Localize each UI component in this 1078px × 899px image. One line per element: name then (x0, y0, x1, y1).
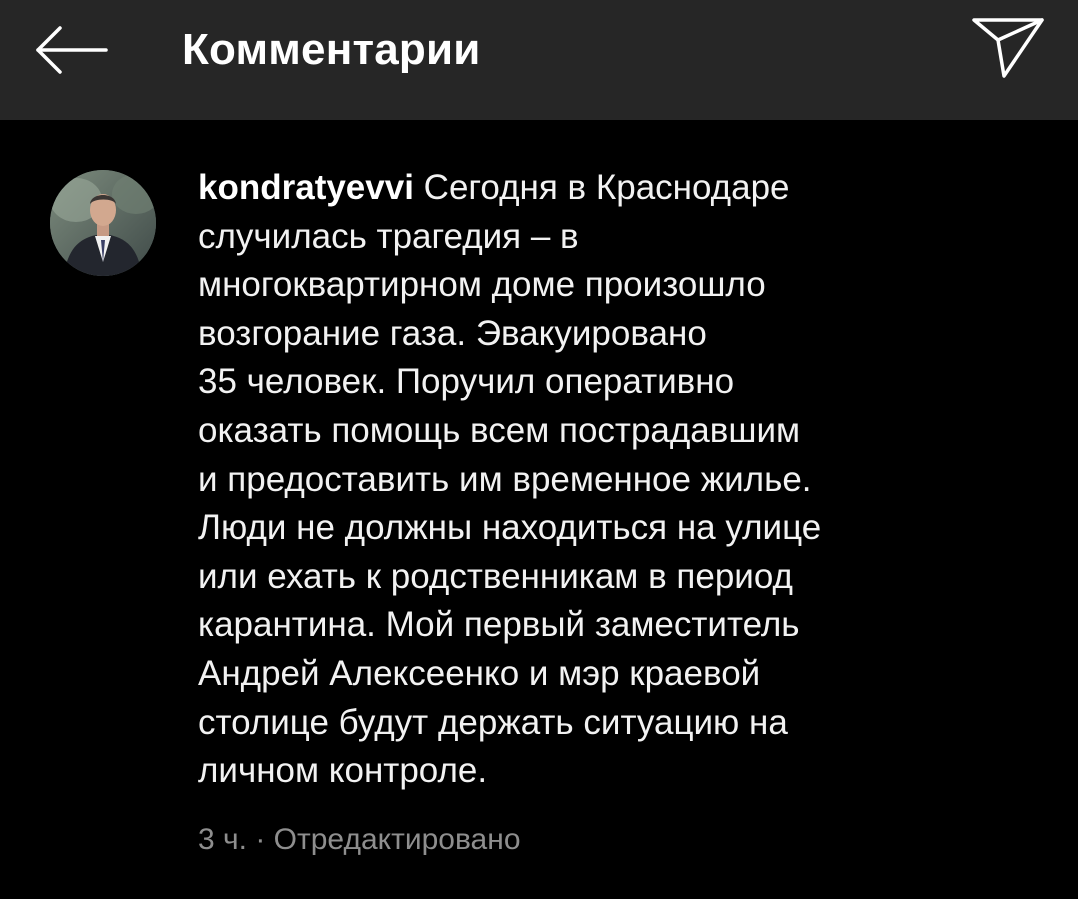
comment-text-segment: Сегодня в Краснодаре (413, 168, 790, 207)
comment-line: kondratyevvi Сегодня в Краснодаре (198, 164, 988, 213)
comment-line: личном контроле. (198, 751, 488, 791)
comment-line: Андрей Алексеенко и мэр краевой (198, 653, 761, 693)
comment-username[interactable]: kondratyevvi (198, 168, 414, 207)
comment-line: 35 человек. Поручил оперативно (198, 362, 735, 402)
comment-timestamp: 3 ч. (198, 823, 247, 856)
paper-plane-icon (972, 18, 1044, 78)
comment-line: или ехать к родственникам в период (198, 556, 793, 596)
comment-line: многоквартирном доме произошло (198, 265, 766, 305)
comment-line: возгорание газа. Эвакуировано (198, 313, 707, 353)
share-button[interactable] (966, 14, 1050, 86)
top-bar: Комментарии (0, 0, 1078, 120)
arrow-left-icon (36, 26, 108, 74)
comment-line: и предоставить им временное жилье. (198, 459, 812, 499)
comment-line: столице будут держать ситуацию на (198, 702, 788, 742)
avatar[interactable] (50, 170, 156, 276)
profile-photo-icon (50, 170, 156, 276)
meta-separator: · (246, 823, 274, 856)
edited-label: Отредактировано (273, 823, 521, 856)
comment-line: оказать помощь всем пострадавшим (198, 410, 801, 450)
comments-screen: Комментарии kondratyevvi Сегодня в Красн… (0, 0, 1078, 899)
back-button[interactable] (28, 20, 114, 80)
comment-text: kondratyevvi Сегодня в Краснодаре случил… (198, 164, 988, 796)
comment-line: Люди не должны находиться на улице (198, 508, 822, 548)
comment-line: карантина. Мой первый заместитель (198, 605, 800, 645)
comment-line: случилась трагедия – в (198, 216, 579, 256)
comment-meta: 3 ч. · Отредактировано (198, 820, 521, 860)
page-title: Комментарии (182, 25, 481, 74)
